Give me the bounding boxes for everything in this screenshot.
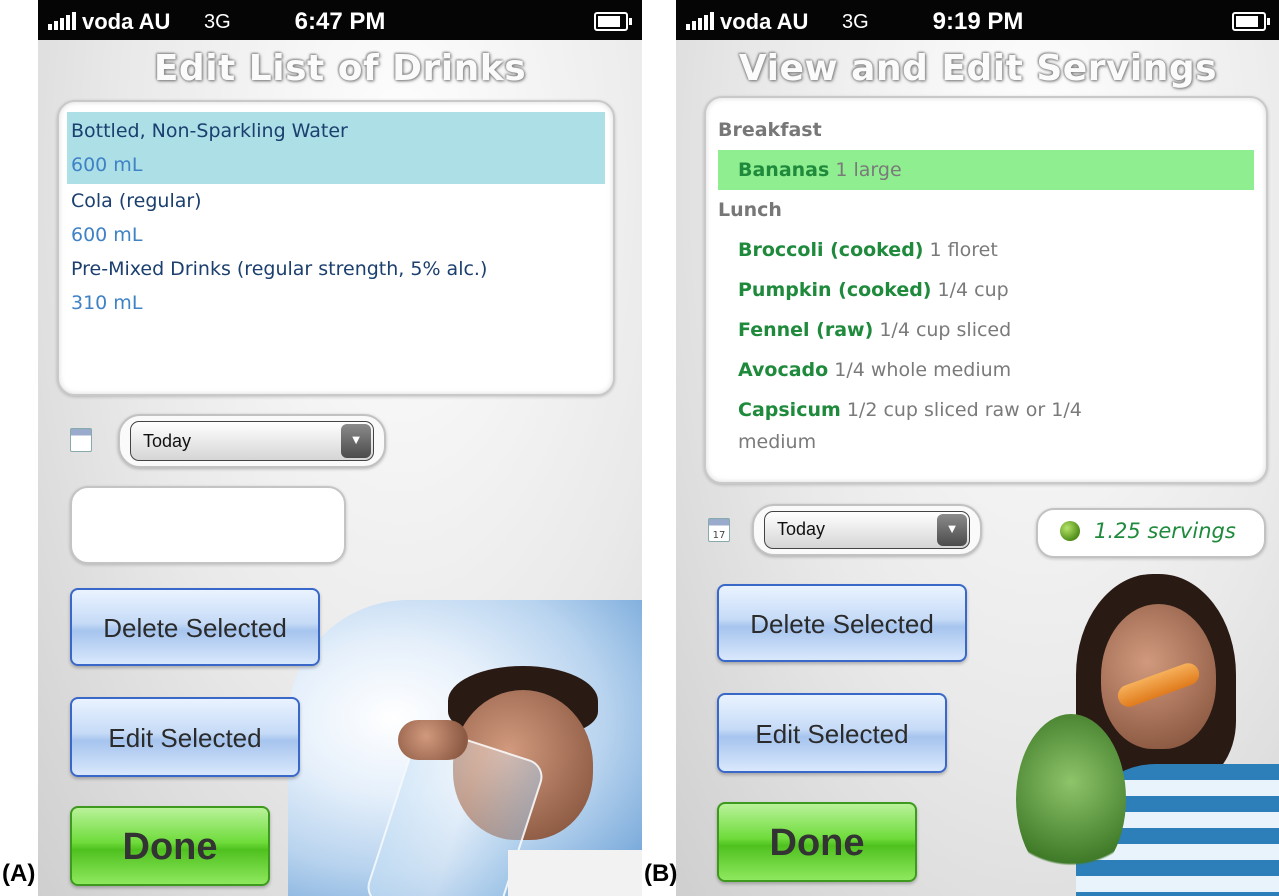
food-name: Avocado xyxy=(738,359,829,381)
done-label: Done xyxy=(122,826,218,868)
done-button[interactable]: Done xyxy=(70,806,270,886)
dropdown-arrow-icon[interactable]: ▼ xyxy=(341,424,371,458)
delete-selected-button[interactable]: Delete Selected xyxy=(70,588,320,666)
food-name: Fennel (raw) xyxy=(738,319,874,341)
panel-label-b: (B) xyxy=(644,860,678,887)
list-item-food[interactable]: Bananas 1 large xyxy=(718,150,1254,190)
done-button[interactable]: Done xyxy=(717,802,917,882)
edit-selected-label: Edit Selected xyxy=(108,723,262,753)
delete-selected-label: Delete Selected xyxy=(103,613,287,643)
list-item-drink[interactable]: Cola (regular) 600 mL xyxy=(67,184,605,252)
delete-selected-label: Delete Selected xyxy=(750,609,934,639)
drink-name: Cola (regular) xyxy=(71,190,202,212)
food-name: Bananas xyxy=(738,159,830,181)
date-select-frame: Today ▼ xyxy=(118,414,386,468)
status-time: 6:47 PM xyxy=(294,8,386,35)
section-heading-breakfast: Breakfast xyxy=(718,119,822,141)
list-item-food[interactable]: Fennel (raw) 1/4 cup sliced xyxy=(706,310,1266,350)
drink-name: Pre-Mixed Drinks (regular strength, 5% a… xyxy=(71,258,488,280)
phone-screen-b: voda AU 3G 9:19 PM View and Edit Serving… xyxy=(676,0,1279,896)
photo-man-drinking xyxy=(288,600,642,896)
food-quantity: 1 floret xyxy=(929,239,998,261)
battery-icon xyxy=(594,12,632,31)
edit-selected-label: Edit Selected xyxy=(755,719,909,749)
page-title: Edit List of Drinks xyxy=(153,48,527,89)
drink-amount: 600 mL xyxy=(71,224,143,246)
status-bar: voda AU 3G 9:19 PM xyxy=(676,0,1279,40)
servings-value: 1.25 servings xyxy=(1094,519,1236,543)
calendar-icon[interactable] xyxy=(70,428,92,452)
drinks-list[interactable]: Bottled, Non-Sparkling Water 600 mL Cola… xyxy=(57,100,615,396)
status-time: 9:19 PM xyxy=(932,8,1024,35)
dropdown-arrow-icon[interactable]: ▼ xyxy=(937,514,967,546)
food-quantity: 1/4 cup xyxy=(937,279,1009,301)
delete-selected-button[interactable]: Delete Selected xyxy=(717,584,967,662)
drink-name: Bottled, Non-Sparkling Water xyxy=(71,120,348,142)
apple-icon xyxy=(1060,521,1080,541)
food-name: Broccoli (cooked) xyxy=(738,239,924,261)
drink-amount: 310 mL xyxy=(71,292,143,314)
list-item-food[interactable]: Avocado 1/4 whole medium xyxy=(706,350,1266,390)
battery-icon xyxy=(1232,12,1270,31)
edit-selected-button[interactable]: Edit Selected xyxy=(717,693,947,773)
list-item-food[interactable]: Pumpkin (cooked) 1/4 cup xyxy=(706,270,1266,310)
drink-amount: 600 mL xyxy=(71,154,143,176)
date-select[interactable]: Today ▼ xyxy=(130,421,374,461)
date-select-value: Today xyxy=(143,431,192,451)
done-label: Done xyxy=(769,822,865,864)
list-item-drink[interactable]: Bottled, Non-Sparkling Water 600 mL xyxy=(67,112,605,184)
food-name: Capsicum xyxy=(738,399,841,421)
calendar-icon[interactable]: 17 xyxy=(708,518,730,542)
status-bar: voda AU 3G 6:47 PM xyxy=(38,0,642,40)
calendar-day: 17 xyxy=(712,530,726,541)
list-item-food[interactable]: Capsicum 1/2 cup sliced raw or 1/4 mediu… xyxy=(706,390,1266,458)
text-input[interactable] xyxy=(70,486,346,564)
list-item-drink[interactable]: Pre-Mixed Drinks (regular strength, 5% a… xyxy=(67,252,605,320)
edit-selected-button[interactable]: Edit Selected xyxy=(70,697,300,777)
servings-list[interactable]: Breakfast Bananas 1 large Lunch Broccoli… xyxy=(704,96,1268,484)
photo-woman-eating-carrot xyxy=(1006,564,1279,896)
date-select[interactable]: Today ▼ xyxy=(764,511,970,549)
food-quantity: 1/4 whole medium xyxy=(834,359,1012,381)
date-select-frame: Today ▼ xyxy=(752,504,982,556)
phone-screen-a: voda AU 3G 6:47 PM Edit List of Drinks B… xyxy=(38,0,642,896)
servings-badge: 1.25 servings xyxy=(1036,508,1266,558)
food-quantity: 1/4 cup sliced xyxy=(879,319,1012,341)
section-heading-lunch: Lunch xyxy=(718,199,782,221)
food-quantity: 1 large xyxy=(835,159,902,181)
food-name: Pumpkin (cooked) xyxy=(738,279,932,301)
page-title: View and Edit Servings xyxy=(738,48,1218,89)
date-select-value: Today xyxy=(777,519,826,539)
panel-label-a: (A) xyxy=(2,860,36,887)
list-item-food[interactable]: Broccoli (cooked) 1 floret xyxy=(706,230,1266,270)
